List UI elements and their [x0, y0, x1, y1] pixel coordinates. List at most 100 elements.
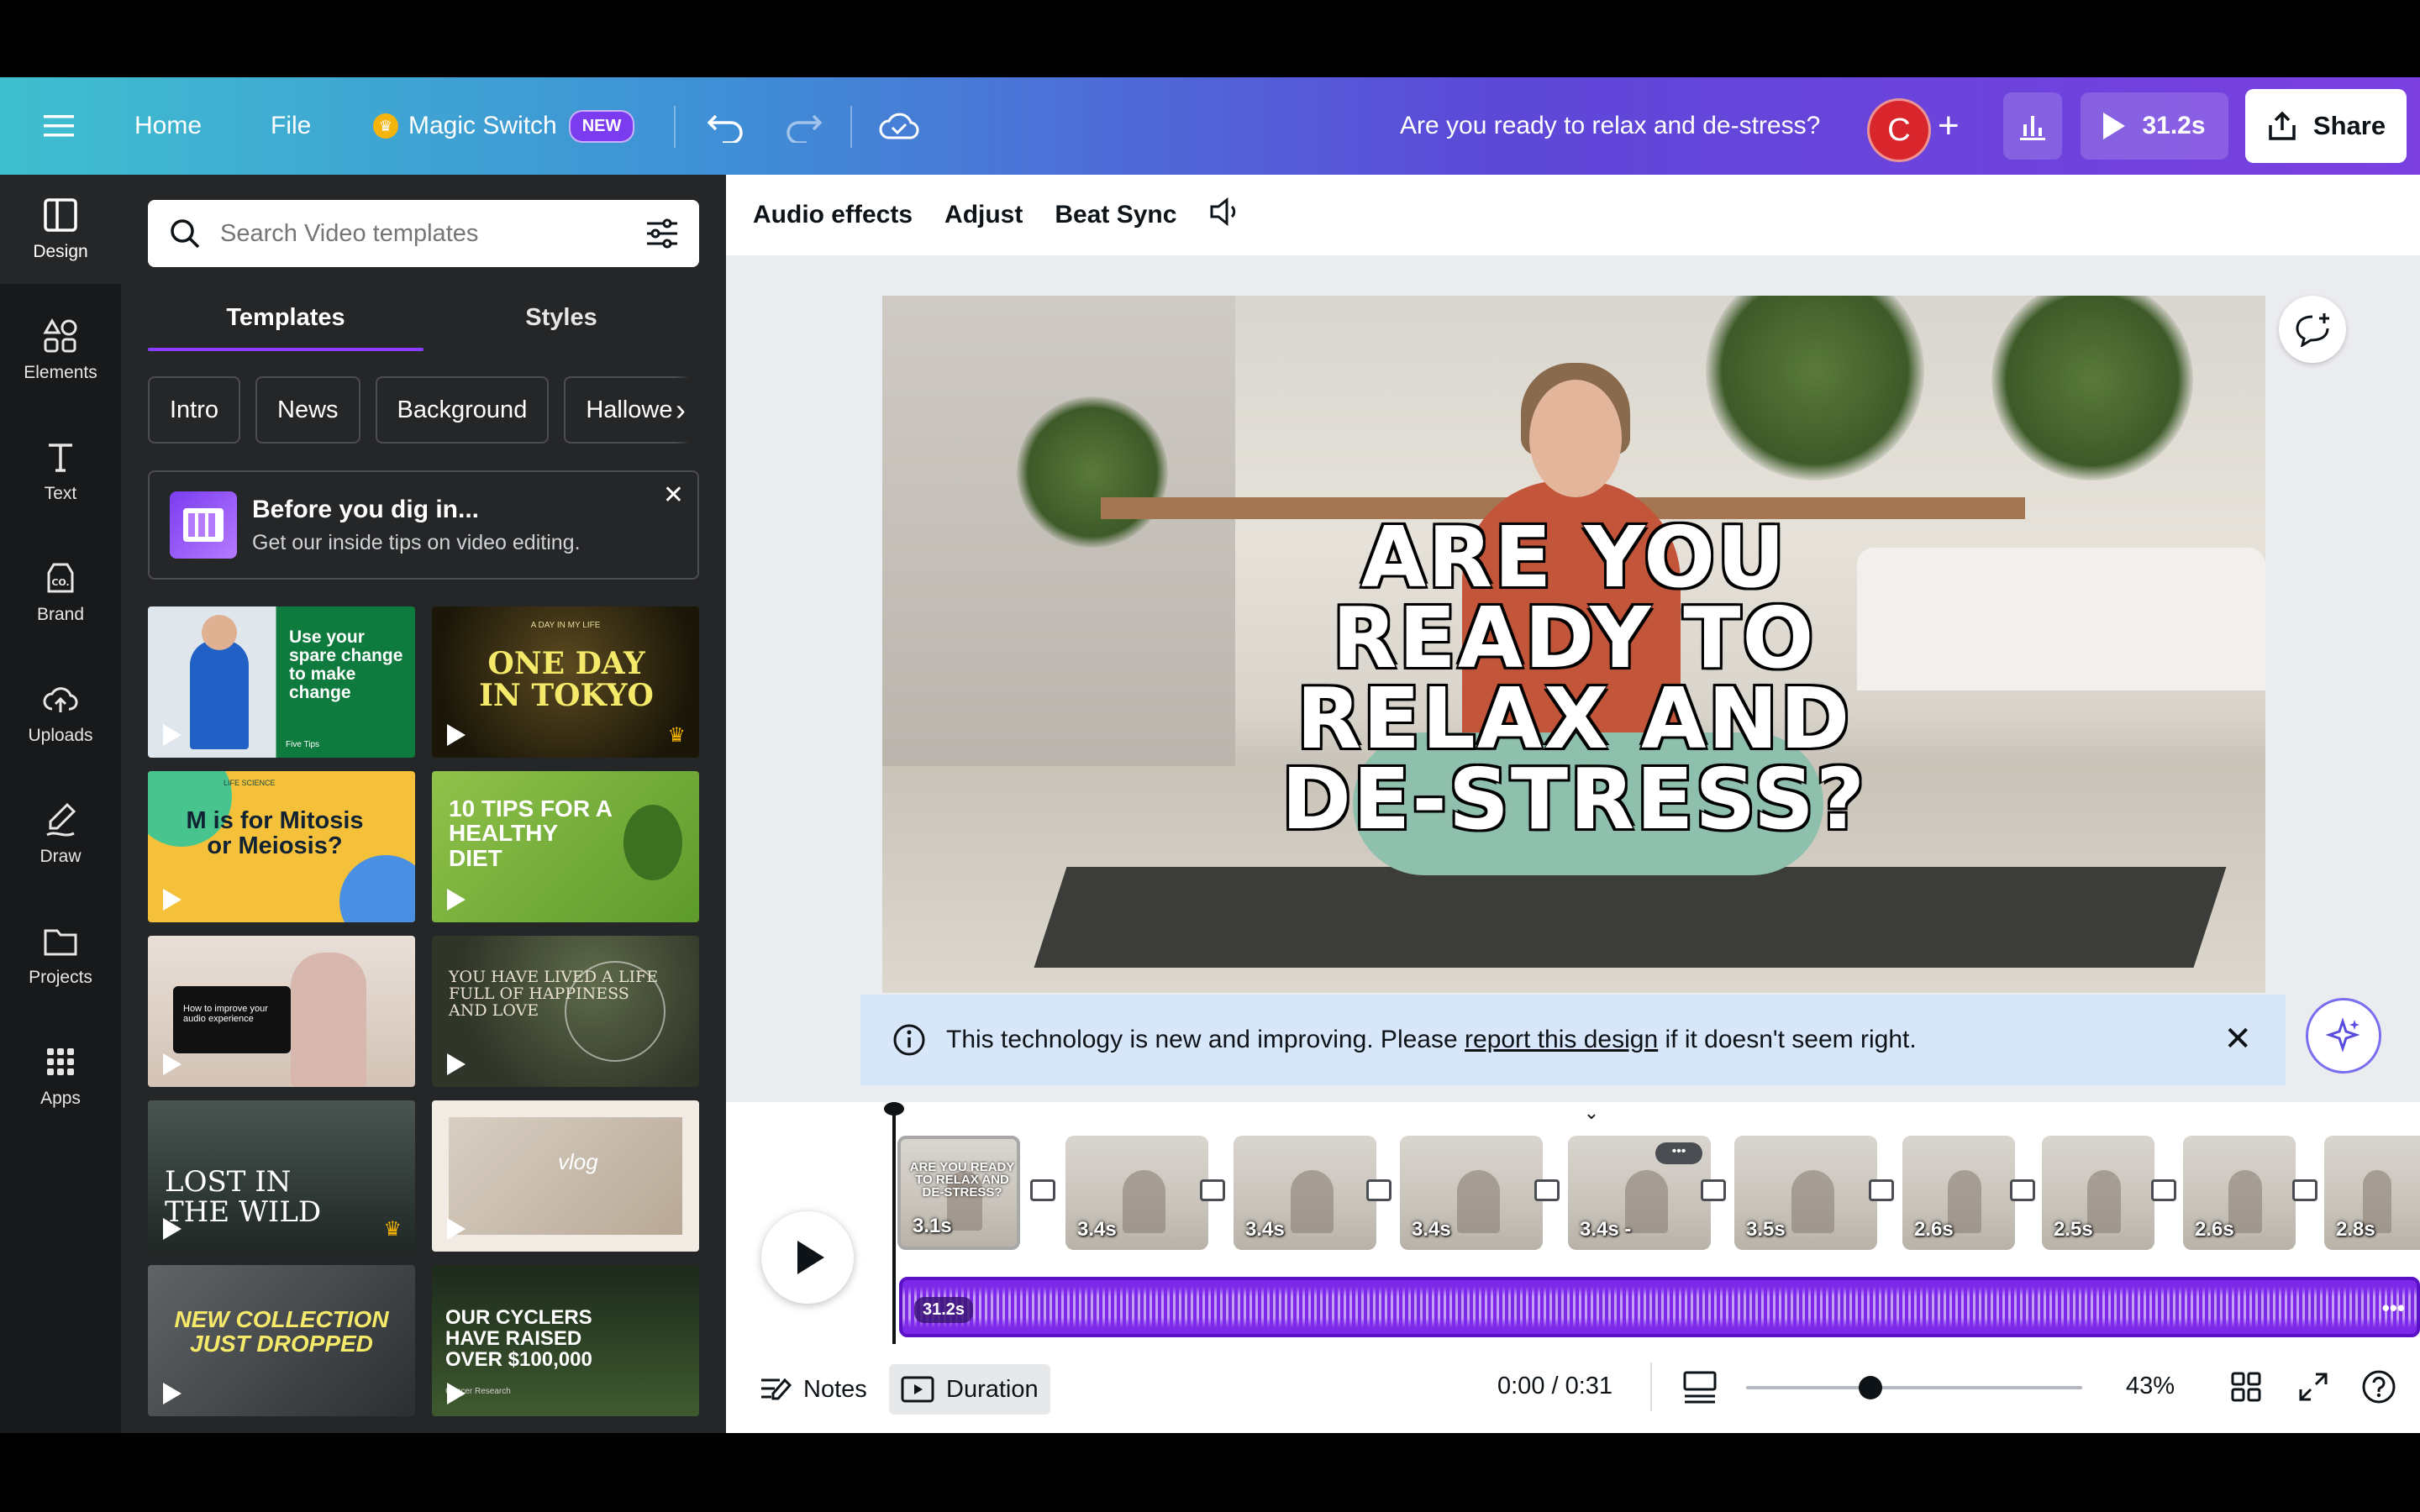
add-collaborator-icon[interactable]: + — [1938, 77, 1960, 175]
transition-icon[interactable] — [1701, 1179, 1726, 1201]
analytics-icon — [2020, 116, 2045, 140]
template-thumbnail[interactable]: NEW COLLECTION JUST DROPPED — [148, 1265, 415, 1416]
search-input[interactable] — [220, 219, 627, 248]
timeline-clip[interactable]: 3.4s — [1400, 1136, 1543, 1250]
clip-figure — [1791, 1169, 1834, 1233]
chip-intro[interactable]: Intro — [148, 376, 241, 444]
timeline-clip[interactable]: 3.4s — [1065, 1136, 1208, 1250]
audio-effects-button[interactable]: Audio effects — [753, 201, 913, 229]
fullscreen-icon[interactable] — [2297, 1371, 2329, 1410]
timeline-clip[interactable]: 2.8s — [2324, 1136, 2420, 1250]
playhead[interactable] — [884, 1102, 904, 1346]
template-thumbnail[interactable]: Use your spare change to make change Fiv… — [148, 606, 415, 758]
zoom-slider[interactable] — [1746, 1376, 2082, 1399]
play-preview-button[interactable]: 31.2s — [2081, 92, 2228, 160]
template-thumbnail[interactable]: 10 TIPS FOR A HEALTHY DIET — [432, 771, 699, 922]
chevron-down-icon[interactable]: ⌄ — [1566, 1102, 1617, 1123]
audio-duration: 31.2s — [914, 1297, 974, 1323]
timeline-clip[interactable]: 2.6s — [1902, 1136, 2015, 1250]
volume-icon[interactable] — [1208, 197, 1242, 234]
search-box[interactable] — [148, 200, 699, 267]
share-icon — [2269, 111, 2296, 140]
magic-assistant-button[interactable] — [2306, 998, 2381, 1074]
chip-news[interactable]: News — [255, 376, 360, 444]
help-icon[interactable] — [2361, 1369, 2396, 1411]
rail-item-apps[interactable]: Apps — [0, 1021, 121, 1131]
home-link[interactable]: Home — [134, 77, 202, 175]
transition-icon[interactable] — [2010, 1179, 2035, 1201]
avatar[interactable]: C — [1867, 98, 1931, 162]
menu-icon[interactable] — [44, 77, 74, 175]
zoom-level[interactable]: 43% — [2126, 1373, 2175, 1400]
tab-styles[interactable]: Styles — [424, 284, 699, 351]
transition-icon[interactable] — [1030, 1179, 1055, 1201]
duration-button[interactable]: Duration — [889, 1364, 1050, 1415]
clip-duration: 2.8s — [2336, 1218, 2375, 1241]
clip-duration: 2.5s — [2054, 1218, 2093, 1241]
transition-icon[interactable] — [1366, 1179, 1392, 1201]
video-headline[interactable]: ARE YOU READY TO RELAX AND DE-STRESS? — [882, 516, 2265, 842]
timeline-clip[interactable]: 3.4s — [1234, 1136, 1376, 1250]
panel-tabs: Templates Styles — [148, 284, 699, 351]
template-thumbnail[interactable]: YOU HAVE LIVED A LIFE FULL OF HAPPINESS … — [432, 936, 699, 1087]
analytics-button[interactable] — [2003, 92, 2062, 160]
page-view-icon[interactable] — [1682, 1369, 1718, 1411]
grid-view-icon[interactable] — [2230, 1371, 2262, 1410]
redo-icon[interactable] — [785, 77, 822, 175]
template-thumbnail[interactable]: OUR CYCLERS HAVE RAISED OVER $100,000 Ca… — [432, 1265, 699, 1416]
undo-icon[interactable] — [708, 77, 744, 175]
transition-icon[interactable] — [1534, 1179, 1560, 1201]
rail-item-text[interactable]: Text — [0, 417, 121, 526]
cloud-saved-icon[interactable] — [879, 77, 919, 175]
chevron-right-icon[interactable]: › — [676, 376, 709, 444]
timeline-clip[interactable]: 3.5s — [1734, 1136, 1877, 1250]
report-design-link[interactable]: report this design — [1465, 1026, 1658, 1053]
close-icon[interactable]: ✕ — [663, 480, 684, 510]
filter-icon[interactable] — [645, 217, 679, 250]
video-canvas[interactable]: ARE YOU READY TO RELAX AND DE-STRESS? — [882, 296, 2265, 993]
rail-item-elements[interactable]: Elements — [0, 296, 121, 405]
share-button[interactable]: Share — [2245, 89, 2407, 163]
rail-item-projects[interactable]: Projects — [0, 900, 121, 1010]
category-chips: Intro News Background Hallowe — [148, 376, 699, 444]
crown-icon: ♛ — [383, 1218, 402, 1241]
transition-icon[interactable] — [2151, 1179, 2176, 1201]
timeline-clip[interactable]: 2.5s — [2042, 1136, 2154, 1250]
add-comment-button[interactable] — [2279, 296, 2346, 363]
rail-item-design[interactable]: Design — [0, 175, 121, 284]
timeline-clip[interactable]: ARE YOU READY TO RELAX AND DE-STRESS? 3.… — [897, 1136, 1020, 1250]
notes-button[interactable]: Notes — [748, 1364, 879, 1415]
adjust-button[interactable]: Adjust — [944, 201, 1023, 229]
tab-templates[interactable]: Templates — [148, 284, 424, 351]
thumbnail-text: Use your spare change to make change — [289, 627, 403, 703]
zoom-slider-knob[interactable] — [1859, 1376, 1882, 1399]
template-thumbnail[interactable]: LOST IN THE WILD ♛ — [148, 1100, 415, 1252]
clip-more-icon[interactable]: ••• — [1655, 1142, 1702, 1164]
transition-icon[interactable] — [2292, 1179, 2317, 1201]
magic-switch-button[interactable]: ♛ Magic Switch NEW — [373, 77, 635, 175]
design-title[interactable]: Are you ready to relax and de-stress? — [1400, 77, 1820, 175]
rail-item-uploads[interactable]: Uploads — [0, 659, 121, 768]
template-thumbnail[interactable]: A DAY IN MY LIFE ONE DAY IN TOKYO ♛ — [432, 606, 699, 758]
timeline-play-button[interactable] — [761, 1211, 854, 1304]
close-icon[interactable]: ✕ — [2223, 1020, 2252, 1058]
draw-icon — [46, 802, 76, 837]
rail-item-draw[interactable]: Draw — [0, 780, 121, 889]
rail-item-brand[interactable]: CO. Brand — [0, 538, 121, 647]
timeline-clip[interactable]: 2.6s — [2183, 1136, 2296, 1250]
tips-card[interactable]: Before you dig in... Get our inside tips… — [148, 470, 699, 580]
file-menu[interactable]: File — [271, 77, 311, 175]
chip-background[interactable]: Background — [375, 376, 550, 444]
thumbnail-text: How to improve your audio experience — [173, 986, 291, 1053]
beat-sync-button[interactable]: Beat Sync — [1055, 201, 1176, 229]
audio-track[interactable]: 31.2s ••• — [899, 1277, 2420, 1337]
audio-more-icon[interactable]: ••• — [2382, 1295, 2405, 1321]
projects-icon — [44, 929, 77, 956]
thumbnail-text: YOU HAVE LIVED A LIFE FULL OF HAPPINESS … — [449, 968, 659, 1020]
template-thumbnail[interactable]: LIFE SCIENCE M is for Mitosis or Meiosis… — [148, 771, 415, 922]
transition-icon[interactable] — [1869, 1179, 1894, 1201]
timeline-clip[interactable]: ••• 3.4s - — [1568, 1136, 1711, 1250]
transition-icon[interactable] — [1200, 1179, 1225, 1201]
template-thumbnail[interactable]: vlog — [432, 1100, 699, 1252]
template-thumbnail[interactable]: How to improve your audio experience — [148, 936, 415, 1087]
